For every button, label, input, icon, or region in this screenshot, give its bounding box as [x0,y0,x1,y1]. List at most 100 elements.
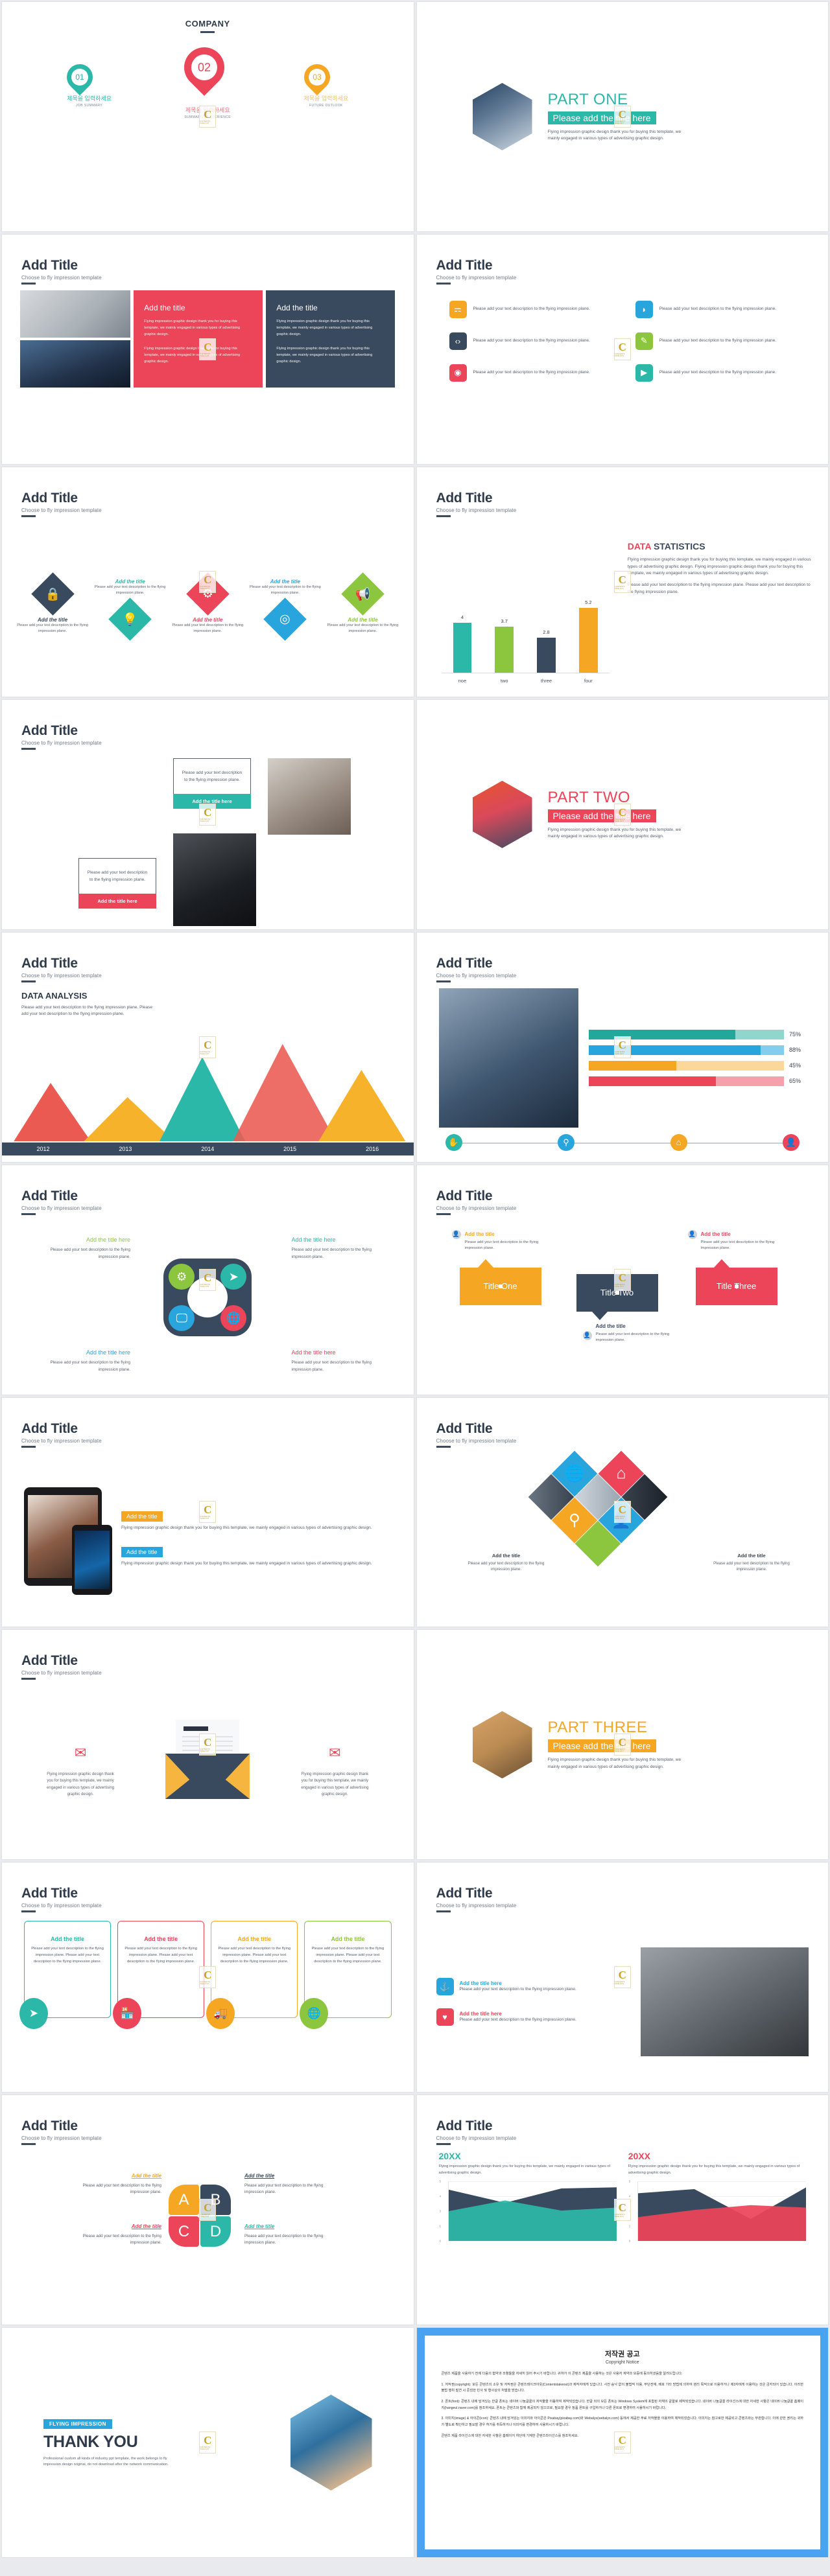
slide-part-three[interactable]: PART THREE Please add the title here Fly… [416,1630,828,1860]
slide-diamond-collage[interactable]: Add Title Choose to fly impression templ… [416,1397,828,1627]
card-title: Add the title [51,1936,85,1943]
title-underline [436,2143,451,2146]
bar [453,622,472,673]
slide-speech-bubbles[interactable]: Add Title Choose to fly impression templ… [416,1165,828,1395]
heart-icon: ♥ [436,2008,454,2026]
note-text: Please add your text description to the … [595,1332,670,1343]
location-pin-icon[interactable]: ⚲ [558,1133,575,1151]
watermark: C CONTENTS TAKE OUT [199,570,217,593]
slide-diamonds[interactable]: Add Title Choose to fly impression templ… [2,467,414,697]
slide-quad-hub[interactable]: Add Title Choose to fly impression templ… [2,1165,414,1395]
icon-feature-item[interactable]: ‹› Please add your text description to th… [449,332,610,350]
page-title: Add Title [21,490,78,505]
feature-tag: Add the title [121,1511,163,1522]
title-underline [436,515,451,517]
pin-item[interactable]: 01 제목을 입력하세요 JOB SUMMARY [61,58,112,108]
card[interactable]: Add the title Please add your text descr… [19,1921,112,2030]
stats-paragraph-1: Flying impression graphic design thank y… [627,557,811,576]
slide-year-area-charts[interactable]: Add Title Choose to fly impression templ… [416,2095,828,2325]
gear-icon[interactable]: ⚙ [169,1264,195,1290]
paper-plane-icon: ➤ [19,1998,48,2030]
slide-company[interactable]: COMPANY 01 제목을 입력하세요 JOB SUMMARY 02 제목을 … [2,2,414,231]
businessmen-photo [20,340,131,388]
page-subtitle: Choose to fly impression template [21,1205,102,1211]
home-icon[interactable]: ⌂ [670,1133,687,1151]
caption-text: Please add your text description to the … [713,1561,790,1572]
card[interactable]: Add the title Please add your text descr… [206,1921,298,2030]
disc-icon: ◎ [263,598,307,641]
slide-thank-you[interactable]: FLYING IMPRESSION THANK YOU Professional… [2,2328,414,2558]
pin-label: 제목을 입력하세요 [67,95,112,102]
monitor-icon[interactable]: 🖵 [169,1305,195,1332]
icon-feature-item[interactable]: ⚎ Please add your text description to the… [449,300,610,318]
slide-photo-cards[interactable]: Add Title Choose to fly impression templ… [2,699,414,929]
slide-part-two[interactable]: PART TWO Please add the title here Flyin… [416,699,828,929]
icon-feature-item[interactable]: ✎ Please add your text description to the… [635,332,796,350]
card[interactable]: Add the title Please add your text descr… [113,1921,205,2030]
card-text: Please add your text description to the … [124,1947,197,1964]
petal-d[interactable]: D [200,2216,231,2247]
slide-progress-bars[interactable]: Add Title Choose to fly impression templ… [416,932,828,1162]
card-red[interactable]: Please add your text description to the … [78,857,156,909]
watermark: C CONTENTS TAKE OUT [613,1734,631,1756]
chart-left: 20XX Flying impression graphic design th… [439,2151,617,2318]
truck-icon: 🚚 [206,1998,235,2030]
slide-part-one[interactable]: PART ONE Please add the title here Flyin… [416,2,828,231]
hand-icon[interactable]: ✋ [445,1133,462,1151]
watermark: C CONTENTS TAKE OUT [613,570,631,593]
diamond-item[interactable]: 🔒 Add the title Please add your text des… [16,572,89,634]
user-icon[interactable]: 👤 [783,1133,800,1151]
globe-icon[interactable]: 🌐 [220,1305,247,1332]
slide-two-column-cards[interactable]: Add Title Choose to fly impression templ… [2,234,414,464]
card-title: Add the title [237,1936,272,1943]
slide-six-icons[interactable]: Add Title Choose to fly impression templ… [416,234,828,464]
caption-title: Add the title [737,1552,766,1559]
petal-a[interactable]: A [169,2185,199,2216]
paper-plane-icon[interactable]: ➤ [220,1264,247,1290]
card[interactable]: Add the title Please add your text descr… [300,1921,392,2030]
businessman-photo [641,1947,809,2057]
icon-feature-item[interactable]: ▶ Please add your text description to the… [635,364,796,382]
progress-value: 88% [789,1047,801,1054]
title-underline [21,1445,36,1448]
bubble-one[interactable]: Title One [459,1259,541,1305]
petal-caption: Add the title Please add your text descr… [78,2222,161,2247]
diamond-item[interactable]: Add the title Please add your text descr… [94,578,167,641]
card-teal[interactable]: Please add your text description to the … [173,758,251,809]
diamond-item[interactable]: Add the title Please add your text descr… [249,579,322,641]
slide-abcd[interactable]: Add Title Choose to fly impression templ… [2,2095,414,2325]
caption-title: Add the title [244,2173,275,2179]
y-tick: 4 [628,2194,631,2198]
bubble-three[interactable]: Title Three [695,1259,777,1305]
sitemap-icon: ⚎ [449,300,467,318]
slide-envelope[interactable]: Add Title Choose to fly impression templ… [2,1630,414,1860]
slide-data-analysis[interactable]: Add Title Choose to fly impression templ… [2,932,414,1162]
slide-devices[interactable]: Add Title Choose to fly impression templ… [2,1397,414,1627]
diamond-item[interactable]: 📢 Add the title Please add your text des… [326,572,399,634]
thank-you-heading: THANK YOU [43,2433,138,2452]
diamond-title: Add the title [115,578,145,585]
card-red[interactable]: Add the title Flying impression graphic … [134,290,263,388]
icon-feature-item[interactable]: ◉ Please add your text description to the… [449,364,610,382]
envelope-note-right: ✉ Flying impression graphic design thank… [299,1741,370,1798]
petal-c[interactable]: C [169,2216,199,2247]
card-navy[interactable]: Add the title Flying impression graphic … [266,290,396,388]
list-item[interactable]: ♥ Add the title here Please add your tex… [436,2008,630,2026]
page-title: Add Title [21,1421,78,1436]
slide-data-statistics[interactable]: Add Title Choose to fly impression templ… [416,467,828,697]
icon-feature-item[interactable]: ◗ Please add your text description to the… [635,300,796,318]
watermark: C CONTENTS TAKE OUT [199,1268,217,1291]
slide-list-photo[interactable]: Add Title Choose to fly impression templ… [416,1862,828,2093]
card-button[interactable]: Add the title here [78,893,156,909]
globe-icon: 🌐 [300,1998,329,2030]
pin-item[interactable]: 03 제목을 입력하세요 FUTURE OUTLOOK [298,58,348,108]
laptop-photo [173,833,256,926]
envelope-note-left: ✉ Flying impression graphic design thank… [45,1741,116,1798]
y-tick: 0 [439,2239,442,2243]
list-item[interactable]: ⚓ Add the title here Please add your tex… [436,1978,630,1996]
progress-row: 45% [588,1060,806,1071]
slide-copyright-notice[interactable]: 저작권 공고 Copyright Notice 콘텐츠 제품을 사용하기 전에 … [416,2328,828,2558]
slide-header: Add Title Choose to fly impression templ… [21,1653,102,1680]
copyright-subtitle: Copyright Notice [605,2360,639,2365]
slide-four-cards[interactable]: Add Title Choose to fly impression templ… [2,1862,414,2093]
